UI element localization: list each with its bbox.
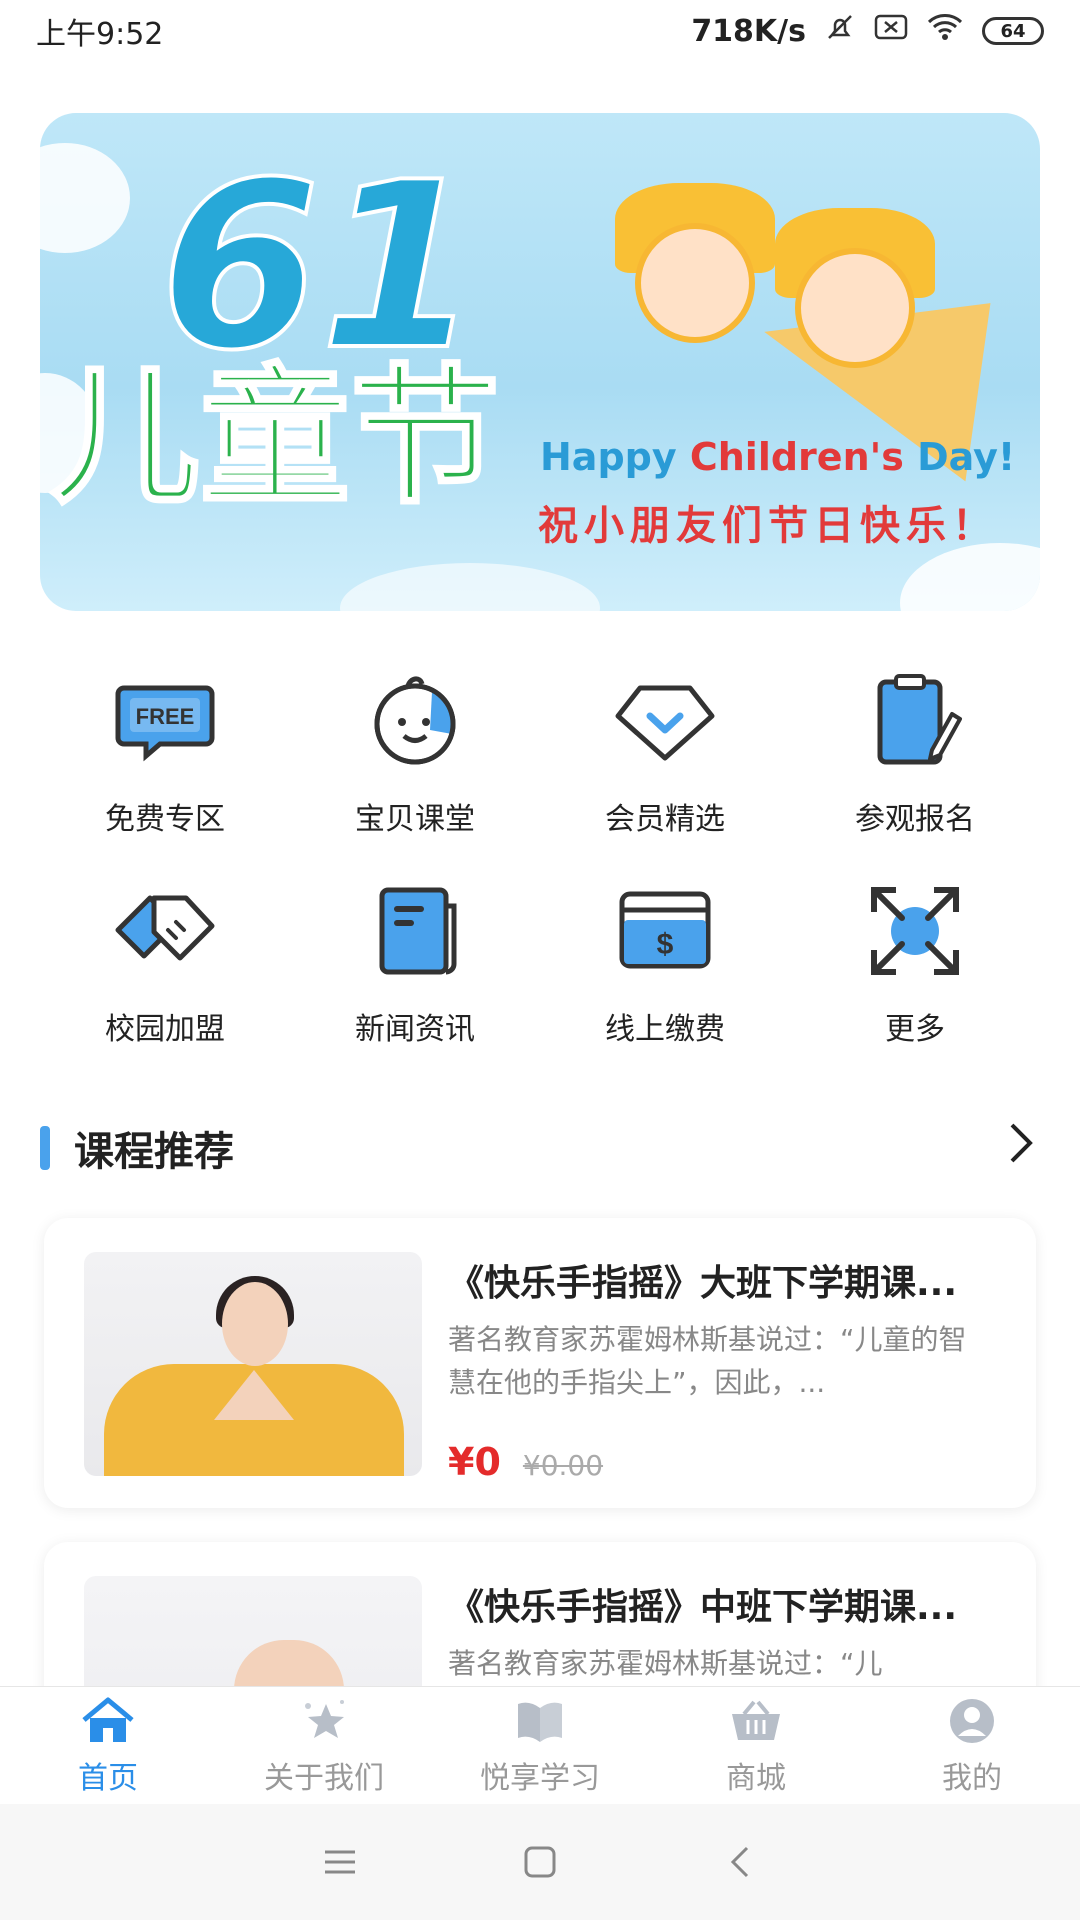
grid-item-free[interactable]: FREE 免费专区 bbox=[40, 660, 290, 870]
grid-label: 宝贝课堂 bbox=[355, 802, 475, 837]
app-screen: 上午9:52 718K/s 64 61 儿童节 Happy Children's… bbox=[0, 0, 1080, 1920]
chevron-right-icon[interactable] bbox=[1006, 1121, 1036, 1176]
battery-icon: 64 bbox=[982, 17, 1044, 45]
grid-item-baby-class[interactable]: 宝贝课堂 bbox=[290, 660, 540, 870]
home-square-icon[interactable] bbox=[510, 1832, 570, 1892]
payment-card-icon: $ bbox=[610, 876, 720, 986]
grid-label: 会员精选 bbox=[605, 802, 725, 837]
tab-label: 首页 bbox=[78, 1760, 138, 1796]
star-icon bbox=[294, 1695, 354, 1747]
banner-subtitle-en-2: Children's bbox=[689, 435, 904, 479]
free-badge-text: FREE bbox=[136, 704, 195, 729]
basket-icon bbox=[726, 1695, 786, 1747]
grid-item-visit-signup[interactable]: 参观报名 bbox=[790, 660, 1040, 870]
grid-item-payment[interactable]: $ 线上缴费 bbox=[540, 870, 790, 1080]
tab-label: 我的 bbox=[942, 1760, 1002, 1796]
tab-label: 商城 bbox=[726, 1760, 786, 1796]
section-title: 课程推荐 bbox=[74, 1129, 234, 1175]
handshake-icon bbox=[110, 876, 220, 986]
grid-item-franchise[interactable]: 校园加盟 bbox=[40, 870, 290, 1080]
banner-subtitle-en-1: Happy bbox=[540, 435, 690, 479]
cloud-decoration bbox=[340, 563, 600, 611]
tab-home[interactable]: 首页 bbox=[0, 1687, 216, 1804]
status-bar: 上午9:52 718K/s 64 bbox=[0, 0, 1080, 62]
grid-item-more[interactable]: 更多 bbox=[790, 870, 1040, 1080]
tab-mall[interactable]: 商城 bbox=[648, 1687, 864, 1804]
grid-label: 线上缴费 bbox=[605, 1012, 725, 1047]
course-thumbnail bbox=[84, 1252, 422, 1476]
home-icon bbox=[78, 1695, 138, 1747]
original-price: ¥0.00 bbox=[522, 1449, 604, 1482]
grid-label: 校园加盟 bbox=[105, 1012, 225, 1047]
course-recommend-header[interactable]: 课程推荐 bbox=[40, 1118, 1040, 1178]
grid-item-member[interactable]: 会员精选 bbox=[540, 660, 790, 870]
grid-item-news[interactable]: 新闻资讯 bbox=[290, 870, 540, 1080]
svg-text:$: $ bbox=[657, 928, 674, 961]
grid-label: 免费专区 bbox=[105, 802, 225, 837]
grid-label: 参观报名 bbox=[855, 802, 975, 837]
diamond-icon bbox=[610, 666, 720, 776]
cloud-decoration bbox=[900, 543, 1040, 611]
tab-label: 悦享学习 bbox=[480, 1760, 600, 1796]
grid-label: 新闻资讯 bbox=[355, 1012, 475, 1047]
baby-face-icon bbox=[360, 666, 470, 776]
user-icon bbox=[942, 1695, 1002, 1747]
sim-off-icon bbox=[874, 13, 908, 49]
back-icon[interactable] bbox=[710, 1832, 770, 1892]
kid-illustration bbox=[635, 223, 755, 343]
banner-subtitle-cn: 祝小朋友们节日快乐！ bbox=[538, 503, 998, 549]
current-price: ¥0 bbox=[448, 1440, 501, 1484]
banner-carousel[interactable]: 61 儿童节 Happy Children's Day! 祝小朋友们节日快乐！ bbox=[40, 113, 1040, 611]
course-title: 《快乐手指摇》大班下学期课... bbox=[448, 1263, 958, 1304]
course-title: 《快乐手指摇》中班下学期课... bbox=[448, 1587, 958, 1628]
cloud-decoration bbox=[40, 143, 130, 253]
kid-illustration bbox=[795, 248, 915, 368]
clipboard-icon bbox=[860, 666, 970, 776]
feature-grid: FREE 免费专区 宝贝课堂 会员精选 参观报名 校园加盟 新闻资讯 $ 线上缴… bbox=[40, 660, 1040, 1080]
person-head bbox=[222, 1282, 288, 1366]
newspaper-icon bbox=[360, 876, 470, 986]
tab-learning[interactable]: 悦享学习 bbox=[432, 1687, 648, 1804]
expand-icon bbox=[860, 876, 970, 986]
menu-icon[interactable] bbox=[310, 1832, 370, 1892]
banner-subtitle-en-3: Day! bbox=[903, 435, 1016, 479]
section-accent-bar bbox=[40, 1126, 50, 1170]
bottom-tab-bar: 首页 关于我们 悦享学习 商城 我的 bbox=[0, 1686, 1080, 1804]
system-nav-bar bbox=[0, 1804, 1080, 1920]
course-card[interactable]: 《快乐手指摇》大班下学期课... 著名教育家苏霍姆林斯基说过：“儿童的智慧在他的… bbox=[44, 1218, 1036, 1508]
banner-title: 儿童节 bbox=[48, 351, 501, 525]
tab-about-us[interactable]: 关于我们 bbox=[216, 1687, 432, 1804]
free-icon: FREE bbox=[110, 666, 220, 776]
tab-label: 关于我们 bbox=[264, 1760, 384, 1796]
network-speed: 718K/s bbox=[691, 13, 806, 49]
wifi-icon bbox=[926, 12, 964, 50]
status-time: 上午9:52 bbox=[36, 17, 164, 52]
tab-mine[interactable]: 我的 bbox=[864, 1687, 1080, 1804]
banner-subtitle-en: Happy Children's Day! bbox=[540, 435, 1015, 479]
status-indicators: 718K/s 64 bbox=[691, 11, 1044, 51]
grid-label: 更多 bbox=[885, 1012, 945, 1047]
book-icon bbox=[510, 1695, 570, 1747]
banner-number: 61 bbox=[158, 151, 482, 385]
course-description: 著名教育家苏霍姆林斯基说过：“儿童的智慧在他的手指尖上”，因此，... bbox=[448, 1323, 967, 1399]
course-price: ¥0 ¥0.00 bbox=[448, 1440, 603, 1484]
mute-bell-icon bbox=[824, 11, 856, 51]
